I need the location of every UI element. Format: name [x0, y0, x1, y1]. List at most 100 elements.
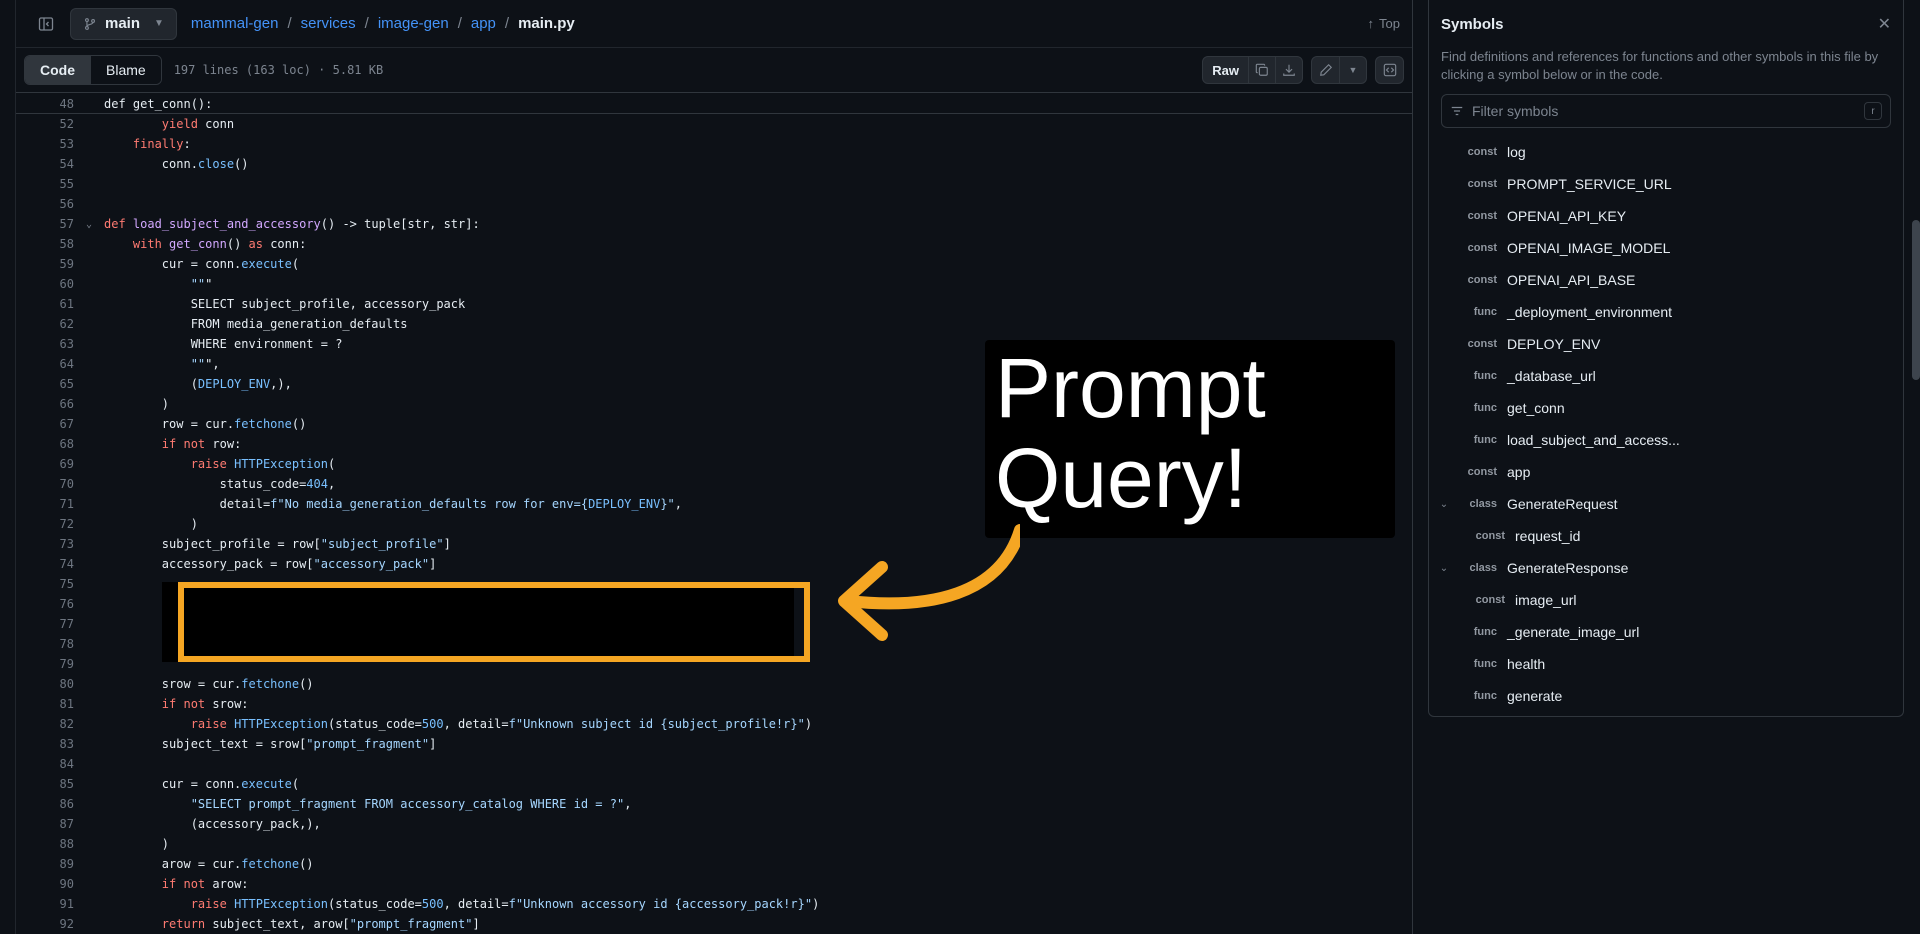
line-code: subject_text = srow["prompt_fragment"] — [104, 737, 437, 751]
line-number[interactable]: 92 — [16, 917, 74, 931]
line-number[interactable]: 61 — [16, 297, 74, 311]
line-number[interactable]: 72 — [16, 517, 74, 531]
symbol-name: get_conn — [1507, 400, 1565, 416]
line-number[interactable]: 83 — [16, 737, 74, 751]
symbol-item[interactable]: ⌄ class GenerateResponse — [1429, 552, 1903, 584]
line-code: """ — [190, 277, 213, 291]
line-number[interactable]: 76 — [16, 597, 74, 611]
symbol-item[interactable]: func _deployment_environment — [1429, 296, 1903, 328]
sticky-scroll-header[interactable]: 48 def get_conn(): — [16, 94, 1412, 114]
line-number[interactable]: 77 — [16, 617, 74, 631]
symbol-item[interactable]: func _generate_image_url — [1429, 616, 1903, 648]
line-number[interactable]: 64 — [16, 357, 74, 371]
chevron-down-icon[interactable]: ▼ — [1339, 57, 1366, 83]
symbol-item[interactable]: func load_subject_and_access... — [1429, 424, 1903, 456]
scrollbar[interactable] — [1912, 220, 1920, 380]
line-number[interactable]: 86 — [16, 797, 74, 811]
line-number[interactable]: 88 — [16, 837, 74, 851]
symbol-item[interactable]: const app — [1429, 456, 1903, 488]
pencil-icon[interactable] — [1312, 57, 1339, 83]
symbol-name: _database_url — [1507, 368, 1596, 384]
symbol-item[interactable]: func _database_url — [1429, 360, 1903, 392]
symbol-kind: class — [1469, 498, 1497, 510]
line-number[interactable]: 89 — [16, 857, 74, 871]
code-square-icon[interactable] — [1376, 57, 1403, 83]
copy-icon[interactable] — [1248, 57, 1275, 83]
line-number[interactable]: 74 — [16, 557, 74, 571]
symbol-item[interactable]: func health — [1429, 648, 1903, 680]
file-header: main ▼ mammal-gen / services / image-gen… — [16, 0, 1412, 48]
line-number[interactable]: 81 — [16, 697, 74, 711]
symbol-name: request_id — [1515, 528, 1581, 544]
symbol-name: OPENAI_API_KEY — [1507, 208, 1627, 224]
download-icon[interactable] — [1275, 57, 1302, 83]
line-number[interactable]: 55 — [16, 177, 74, 191]
symbol-item[interactable]: const PROMPT_SERVICE_URL — [1429, 168, 1903, 200]
line-code: arow = cur.fetchone() — [104, 857, 314, 871]
symbol-item[interactable]: ⌄ class GenerateRequest — [1429, 488, 1903, 520]
tab-code[interactable]: Code — [25, 56, 90, 84]
line-number[interactable]: 70 — [16, 477, 74, 491]
line-number[interactable]: 63 — [16, 337, 74, 351]
line-number[interactable]: 59 — [16, 257, 74, 271]
symbol-item[interactable]: const log — [1429, 136, 1903, 168]
left-gutter — [0, 0, 16, 934]
symbol-name: GenerateResponse — [1507, 560, 1629, 576]
symbol-item[interactable]: const OPENAI_API_BASE — [1429, 264, 1903, 296]
line-number[interactable]: 52 — [16, 117, 74, 131]
breadcrumb-image-gen[interactable]: image-gen — [378, 15, 449, 32]
line-number[interactable]: 58 — [16, 237, 74, 251]
line-code: finally: — [132, 137, 191, 151]
line-number[interactable]: 69 — [16, 457, 74, 471]
line-number[interactable]: 65 — [16, 377, 74, 391]
line-number[interactable]: 73 — [16, 537, 74, 551]
symbol-item[interactable]: const OPENAI_API_KEY — [1429, 200, 1903, 232]
chevron-down-icon[interactable]: ⌄ — [1435, 563, 1453, 574]
line-number[interactable]: 79 — [16, 657, 74, 671]
back-to-top-button[interactable]: ↑ Top — [1368, 16, 1400, 31]
line-number[interactable]: 56 — [16, 197, 74, 211]
line-number[interactable]: 54 — [16, 157, 74, 171]
line-number[interactable]: 82 — [16, 717, 74, 731]
line-number[interactable]: 62 — [16, 317, 74, 331]
line-number[interactable]: 91 — [16, 897, 74, 911]
chevron-down-icon[interactable]: ⌄ — [1435, 499, 1453, 510]
line-number[interactable]: 85 — [16, 777, 74, 791]
chevron-down-icon: ▼ — [154, 18, 164, 29]
symbol-kind: const — [1467, 146, 1497, 158]
symbol-item[interactable]: const OPENAI_IMAGE_MODEL — [1429, 232, 1903, 264]
code-line: 81 if not srow: — [16, 694, 1412, 714]
close-icon[interactable]: ✕ — [1878, 14, 1891, 34]
tab-blame[interactable]: Blame — [90, 56, 161, 84]
line-number[interactable]: 53 — [16, 137, 74, 151]
breadcrumb-app[interactable]: app — [471, 15, 496, 32]
breadcrumb-repo[interactable]: mammal-gen — [191, 15, 279, 32]
symbol-kind: func — [1473, 306, 1497, 318]
symbol-name: generate — [1507, 688, 1563, 704]
line-number[interactable]: 66 — [16, 397, 74, 411]
line-number[interactable]: 60 — [16, 277, 74, 291]
line-code: def get_conn(): — [104, 97, 213, 111]
raw-button[interactable]: Raw — [1203, 57, 1248, 83]
sidebar-toggle-icon[interactable] — [30, 8, 62, 40]
filter-symbols-input[interactable] — [1472, 103, 1856, 119]
line-number[interactable]: 78 — [16, 637, 74, 651]
symbol-item[interactable]: const DEPLOY_ENV — [1429, 328, 1903, 360]
line-number[interactable]: 84 — [16, 757, 74, 771]
branch-selector-button[interactable]: main ▼ — [70, 7, 177, 40]
symbol-item[interactable]: const image_url — [1429, 584, 1903, 616]
symbol-item[interactable]: func generate — [1429, 680, 1903, 712]
fold-chevron-icon[interactable]: ⌄ — [74, 219, 104, 230]
line-number[interactable]: 57 — [16, 217, 74, 231]
line-number[interactable]: 80 — [16, 677, 74, 691]
symbol-item[interactable]: const request_id — [1429, 520, 1903, 552]
symbol-item[interactable]: func get_conn — [1429, 392, 1903, 424]
line-number[interactable]: 71 — [16, 497, 74, 511]
symbol-kind: func — [1473, 434, 1497, 446]
line-number[interactable]: 67 — [16, 417, 74, 431]
line-number[interactable]: 87 — [16, 817, 74, 831]
line-number[interactable]: 75 — [16, 577, 74, 591]
breadcrumb-services[interactable]: services — [301, 15, 356, 32]
line-number[interactable]: 68 — [16, 437, 74, 451]
line-number[interactable]: 90 — [16, 877, 74, 891]
